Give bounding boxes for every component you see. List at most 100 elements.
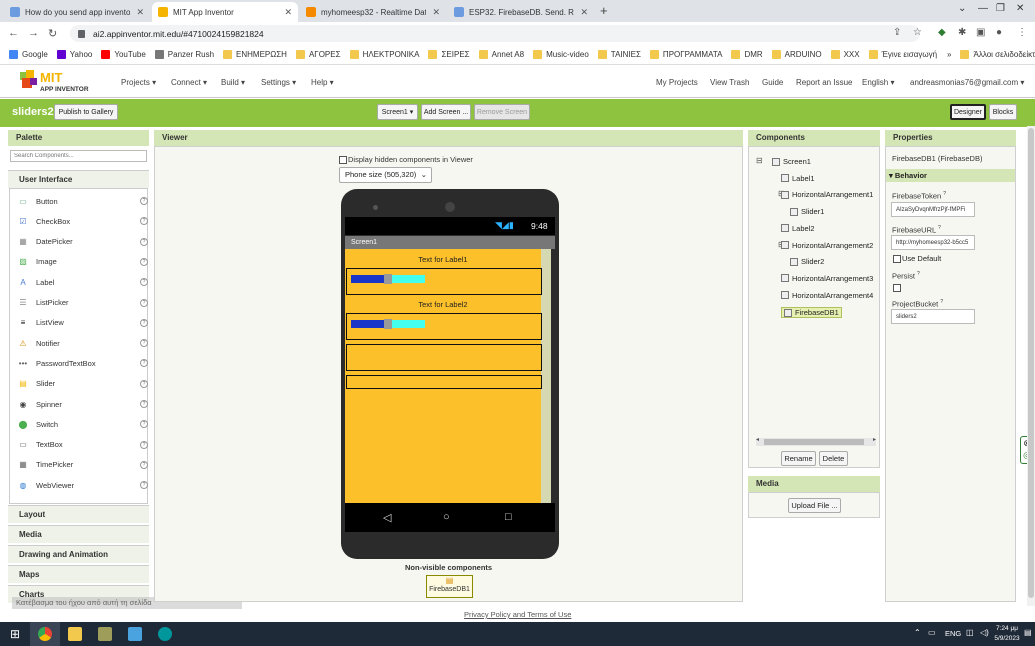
bookmark-item[interactable]: ΑΓΟΡΕΣ: [295, 49, 341, 59]
link-view-trash[interactable]: View Trash: [710, 78, 749, 87]
palette-item-datepicker[interactable]: ▦ DatePicker?: [18, 237, 148, 247]
bookmark-item[interactable]: Yahoo: [56, 49, 92, 59]
puzzle-icon[interactable]: ✱: [958, 27, 966, 38]
designer-button[interactable]: Designer: [950, 104, 986, 120]
file-explorer-icon[interactable]: [68, 627, 82, 641]
palette-item-passwordtextbox[interactable]: ••• PasswordTextBox?: [18, 358, 148, 368]
window-close-icon[interactable]: ✕: [1016, 3, 1024, 14]
label1[interactable]: Text for Label1: [345, 255, 541, 264]
help-icon[interactable]: ?: [943, 191, 946, 197]
palette-item-listview[interactable]: ≡ ListView?: [18, 318, 148, 328]
privacy-link[interactable]: Privacy Policy and Terms of Use: [464, 610, 571, 619]
palette-item-image[interactable]: ▨ Image?: [18, 257, 148, 267]
star-icon[interactable]: ☆: [913, 27, 922, 38]
project-bucket-input[interactable]: sliders2: [891, 309, 975, 324]
publish-gallery-button[interactable]: Publish to Gallery: [54, 104, 118, 120]
palette-item-slider[interactable]: ▤ Slider?: [18, 379, 148, 389]
close-icon[interactable]: ✕: [284, 7, 292, 18]
persist-checkbox[interactable]: [893, 284, 901, 292]
help-icon[interactable]: ?: [140, 257, 148, 266]
scroll-left-icon[interactable]: ◂: [756, 436, 759, 443]
upload-file-button[interactable]: Upload File ...: [788, 498, 841, 513]
screen-scrollbar[interactable]: [541, 249, 551, 503]
language-indicator[interactable]: ENG: [945, 629, 961, 638]
home-nav-icon[interactable]: ○: [443, 511, 450, 523]
help-icon[interactable]: ?: [140, 359, 148, 368]
help-icon[interactable]: ?: [140, 420, 148, 429]
palette-item-spinner[interactable]: ◉ Spinner?: [18, 399, 148, 409]
palette-item-notifier[interactable]: ⚠ Notifier?: [18, 338, 148, 348]
other-bookmarks[interactable]: Άλλοι σελιδοδείκτες: [960, 49, 1035, 59]
bookmark-item[interactable]: Music-video: [533, 49, 589, 59]
rename-button[interactable]: Rename: [781, 451, 816, 466]
palette-item-timepicker[interactable]: ▦ TimePicker?: [18, 460, 148, 470]
bookmark-item[interactable]: XXX: [830, 49, 860, 59]
back-nav-icon[interactable]: ◁: [383, 511, 391, 524]
language-menu[interactable]: English ▾: [862, 78, 894, 87]
help-icon[interactable]: ?: [140, 460, 148, 469]
link-guide[interactable]: Guide: [762, 78, 783, 87]
volume-icon[interactable]: ◁): [980, 628, 989, 637]
minimize-icon[interactable]: —: [978, 3, 988, 14]
tree-node-label2[interactable]: Label2: [781, 224, 815, 233]
maximize-icon[interactable]: ❐: [996, 3, 1005, 14]
bookmark-item[interactable]: ΣΕΙΡΕΣ: [428, 49, 470, 59]
close-icon[interactable]: ✕: [432, 7, 440, 18]
add-screen-button[interactable]: Add Screen ...: [421, 104, 471, 120]
remove-screen-button[interactable]: Remove Screen: [474, 104, 530, 120]
behavior-section[interactable]: ▾ Behavior: [886, 169, 1015, 182]
help-icon[interactable]: ?: [140, 197, 148, 205]
slider1-thumb[interactable]: [384, 274, 392, 284]
bookmark-item[interactable]: ARDUINO: [771, 49, 822, 59]
bookmark-item[interactable]: ΤΑΙΝΙΕΣ: [597, 49, 641, 59]
blocks-button[interactable]: Blocks: [989, 104, 1017, 120]
browser-tab-active[interactable]: MIT App Inventor ✕: [152, 2, 298, 22]
bookmark-item[interactable]: Annet A8: [478, 49, 524, 59]
scroll-thumb[interactable]: [764, 439, 864, 445]
menu-settings[interactable]: Settings ▾: [261, 78, 296, 87]
menu-help[interactable]: Help ▾: [311, 78, 334, 87]
help-icon[interactable]: ?: [140, 440, 148, 449]
tree-node-horizontalarrangement4[interactable]: HorizontalArrangement4: [781, 291, 873, 300]
help-icon[interactable]: ?: [938, 225, 941, 231]
profile-icon[interactable]: ●: [996, 27, 1002, 38]
use-default-checkbox[interactable]: [893, 254, 901, 263]
bookmarks-more-icon[interactable]: »: [947, 50, 951, 59]
label2[interactable]: Text for Label2: [345, 300, 541, 309]
palette-item-listpicker[interactable]: ☰ ListPicker?: [18, 298, 148, 308]
bookmark-item[interactable]: Google: [9, 49, 48, 59]
bookmark-item[interactable]: DMR: [731, 49, 763, 59]
tray-chevron-icon[interactable]: ⌃: [914, 628, 921, 637]
palette-search-input[interactable]: [10, 150, 147, 162]
bookmark-item[interactable]: Panzer Rush: [154, 49, 214, 59]
extension-icon[interactable]: ◆: [938, 27, 946, 38]
slider2-thumb[interactable]: [384, 319, 392, 329]
horizontal-arrangement3[interactable]: [346, 344, 542, 371]
share-icon[interactable]: ⇪: [893, 27, 901, 38]
browser-tab[interactable]: How do you send app inventor a ✕: [4, 2, 150, 22]
slider1[interactable]: [351, 274, 425, 284]
tree-node-horizontalarrangement1[interactable]: HorizontalArrangement1: [781, 190, 873, 199]
page-scrollbar[interactable]: [1027, 126, 1035, 606]
browser-tab[interactable]: ESP32. FirebaseDB. Send. Receiv ✕: [448, 2, 594, 22]
palette-item-switch[interactable]: ⬤ Switch?: [18, 419, 148, 429]
horizontal-arrangement2[interactable]: [346, 313, 542, 340]
help-icon[interactable]: ?: [140, 481, 148, 490]
bookmark-item[interactable]: ΠΡΟΓΡΑΜΜΑΤΑ: [649, 49, 722, 59]
notifications-icon[interactable]: ▤: [1024, 628, 1032, 637]
palette-item-button[interactable]: ▭ Button?: [18, 196, 148, 206]
forward-icon[interactable]: →: [28, 27, 40, 39]
menu-connect[interactable]: Connect ▾: [171, 78, 207, 87]
tree-node-firebasedb1[interactable]: FirebaseDB1: [781, 307, 842, 319]
category-media[interactable]: Media: [8, 525, 149, 543]
tree-node-slider1[interactable]: Slider1: [790, 207, 824, 216]
taskbar-chrome-slot[interactable]: [30, 622, 60, 646]
palette-item-textbox[interactable]: ▭ TextBox?: [18, 440, 148, 450]
mit-logo[interactable]: MIT APP INVENTOR: [18, 68, 103, 95]
use-default-toggle[interactable]: Use Default: [893, 254, 941, 263]
tree-node-screen1[interactable]: Screen1: [772, 157, 811, 166]
category-maps[interactable]: Maps: [8, 565, 149, 583]
slider2[interactable]: [351, 319, 425, 329]
bookmark-item[interactable]: Έγινε εισαγωγή: [868, 49, 937, 59]
help-icon[interactable]: ?: [140, 217, 148, 226]
